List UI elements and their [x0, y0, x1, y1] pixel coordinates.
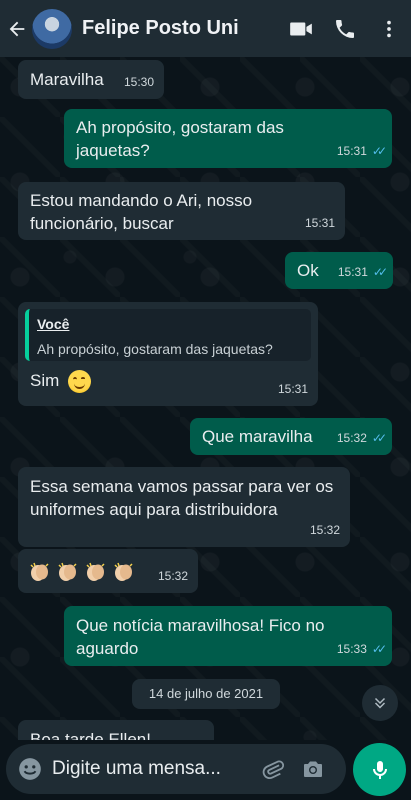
message-text: Que notícia maravilhosa! Fico no aguardo	[76, 616, 325, 658]
more-options-icon[interactable]	[367, 0, 411, 57]
message-time: 15:32 ✓✓	[337, 427, 387, 450]
message-text: Maravilha	[30, 70, 104, 89]
message-time: 15:32	[157, 569, 188, 583]
mic-button[interactable]	[353, 743, 406, 796]
message-text: Ok	[297, 261, 319, 280]
emoji-icon[interactable]	[10, 744, 50, 794]
message-outgoing[interactable]: Que notícia maravilhosa! Fico no aguardo…	[64, 606, 392, 666]
avatar[interactable]	[32, 8, 72, 49]
message-input[interactable]	[52, 758, 237, 780]
read-receipt-icon: ✓✓	[371, 642, 387, 656]
voice-call-icon[interactable]	[323, 0, 367, 57]
chat-header: Felipe Posto Uni	[0, 0, 411, 57]
date-divider: 14 de julho de 2021	[132, 679, 280, 709]
message-time: 15:31 ✓✓	[337, 140, 387, 163]
message-outgoing[interactable]: Que maravilha 15:32 ✓✓	[190, 418, 392, 455]
clapping-hands-emojis	[28, 559, 140, 583]
read-receipt-icon: ✓✓	[372, 265, 388, 279]
mic-icon	[372, 760, 387, 779]
message-text: Essa semana vamos passar para ver os uni…	[30, 477, 334, 519]
message-time: 15:31	[277, 382, 308, 396]
quote-text: Ah propósito, gostaram das jaquetas?	[37, 341, 273, 357]
message-text: Sim	[30, 371, 60, 390]
clapping-hands-icon	[86, 562, 105, 581]
clapping-hands-icon	[58, 562, 77, 581]
message-time: 15:32	[309, 523, 340, 537]
message-outgoing[interactable]: Ah propósito, gostaram das jaquetas? 15:…	[64, 109, 392, 168]
read-receipt-icon: ✓✓	[371, 431, 387, 445]
message-time: 15:30	[123, 75, 154, 89]
back-arrow-icon[interactable]	[2, 0, 32, 57]
message-text: Ah propósito, gostaram das jaquetas?	[76, 118, 284, 160]
scroll-down-button[interactable]	[362, 685, 398, 721]
quote-author: Você	[37, 316, 70, 332]
quoted-message[interactable]: Você Ah propósito, gostaram das jaquetas…	[25, 309, 311, 361]
clapping-hands-icon	[30, 562, 49, 581]
message-incoming-emoji[interactable]: 15:32	[18, 549, 198, 593]
message-text: Que maravilha	[202, 427, 313, 446]
message-text: Boa tarde Ellen!	[30, 730, 151, 740]
read-receipt-icon: ✓✓	[371, 144, 387, 158]
message-outgoing[interactable]: Ok 15:31 ✓✓	[285, 252, 393, 289]
message-incoming[interactable]: Essa semana vamos passar para ver os uni…	[18, 467, 350, 547]
clapping-hands-icon	[114, 562, 133, 581]
message-time: 15:31	[304, 216, 335, 230]
camera-icon[interactable]	[293, 744, 333, 794]
message-time: 15:31 ✓✓	[338, 261, 388, 284]
message-time: 15:33 ✓✓	[337, 638, 387, 661]
attach-icon[interactable]	[253, 744, 293, 794]
message-text-line: Sim	[30, 369, 92, 394]
message-incoming[interactable]: Boa tarde Ellen!	[18, 720, 214, 740]
message-incoming[interactable]: Estou mandando o Ari, nosso funcionário,…	[18, 182, 345, 240]
message-incoming[interactable]: Maravilha 15:30	[18, 60, 164, 99]
smiling-face-icon	[68, 370, 92, 394]
message-text: Estou mandando o Ari, nosso funcionário,…	[30, 191, 253, 233]
contact-name[interactable]: Felipe Posto Uni	[82, 17, 279, 40]
message-composer	[6, 744, 346, 794]
message-list[interactable]: Maravilha 15:30 Ah propósito, gostaram d…	[0, 57, 411, 740]
message-incoming-reply[interactable]: Você Ah propósito, gostaram das jaquetas…	[18, 302, 318, 406]
chevron-down-icon	[374, 697, 386, 709]
video-call-icon[interactable]	[279, 0, 323, 57]
